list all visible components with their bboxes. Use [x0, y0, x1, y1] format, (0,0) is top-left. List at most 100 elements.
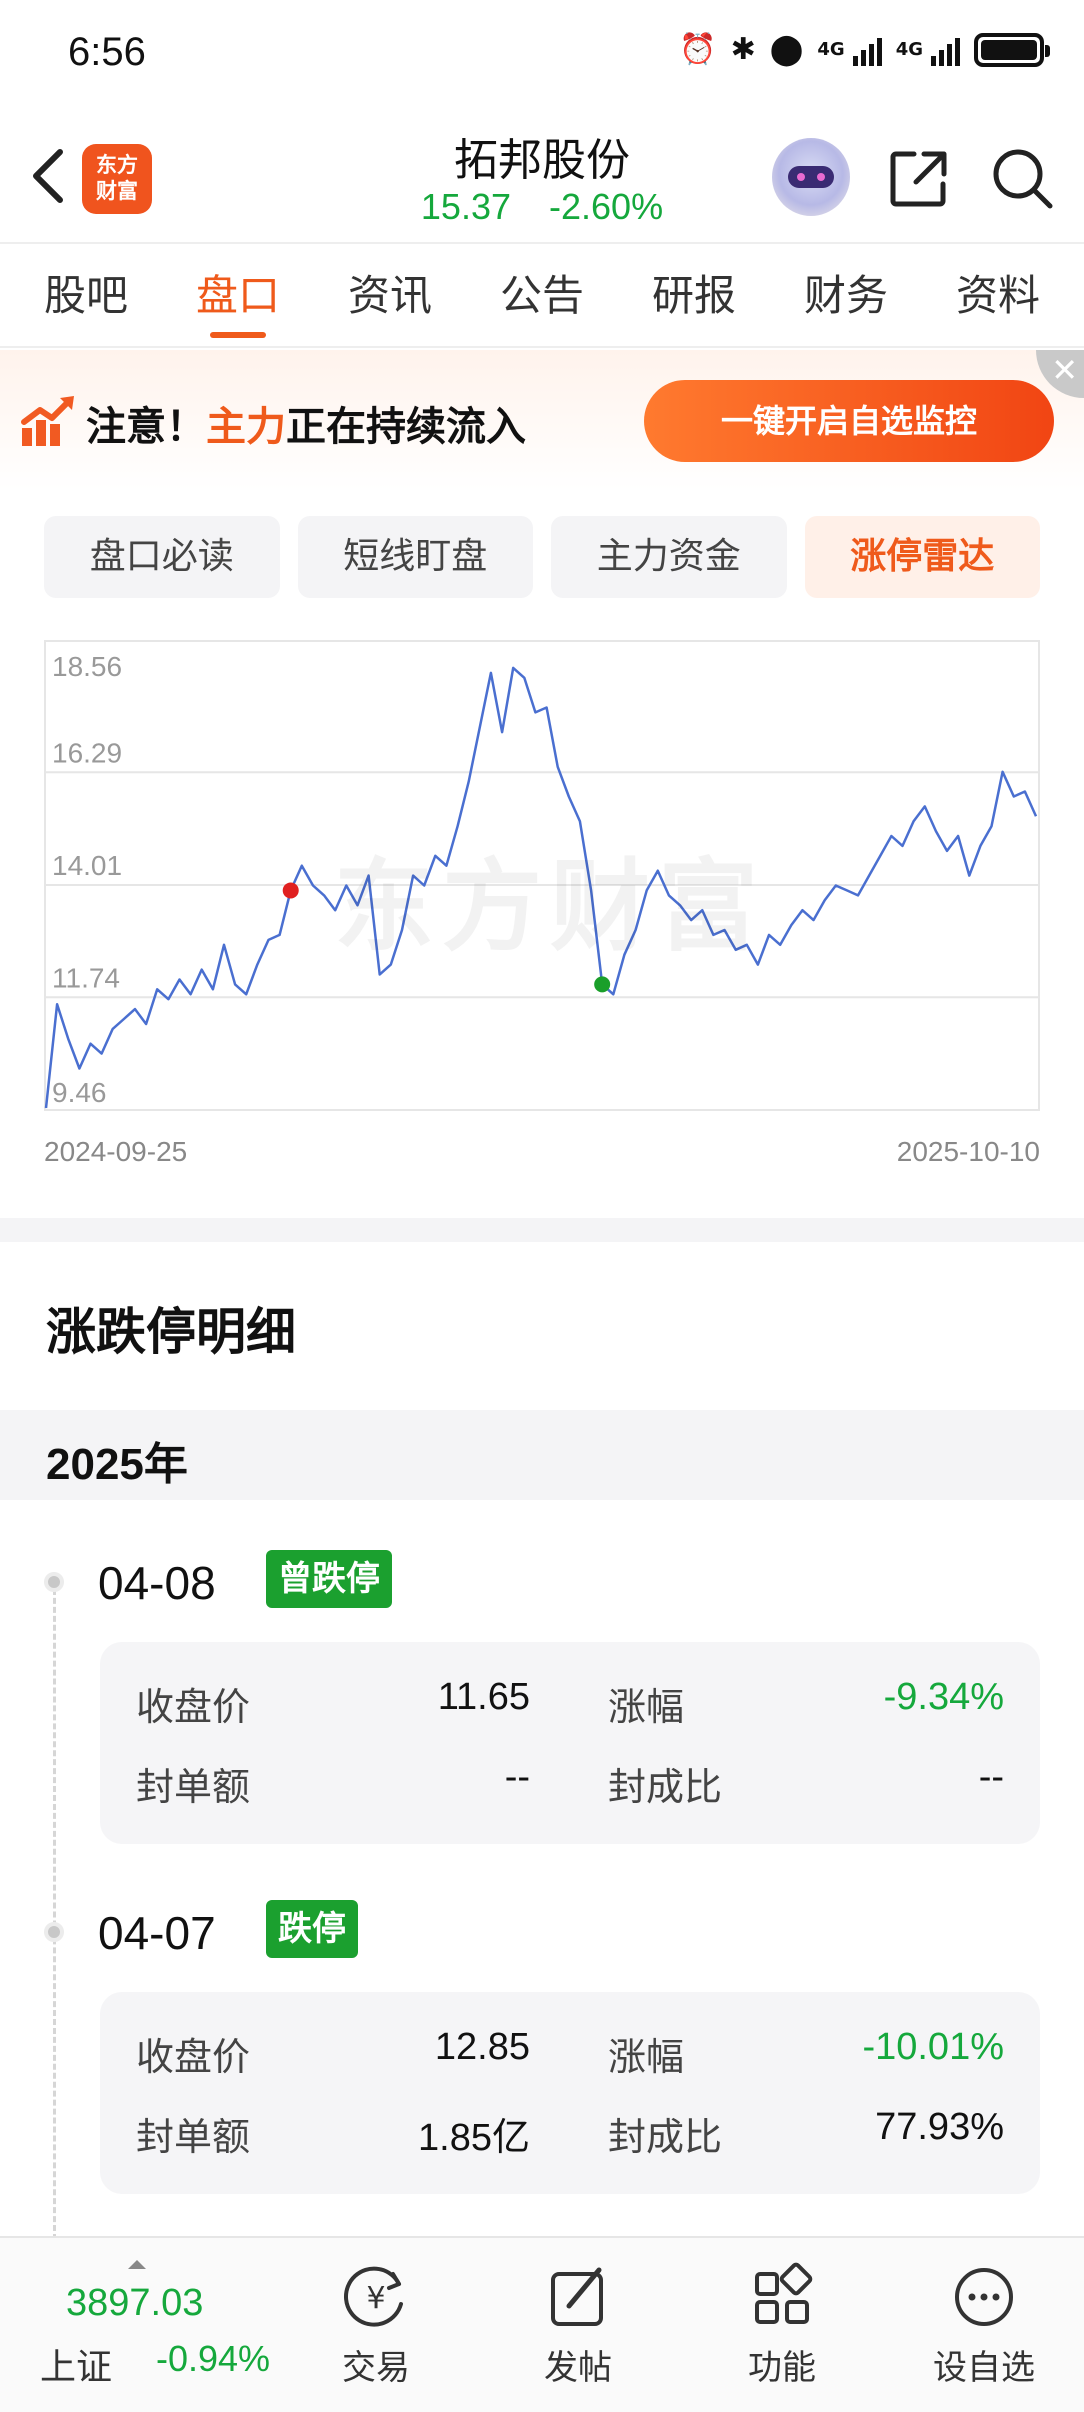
close-label: 收盘价	[136, 1685, 251, 1729]
ratio-label: 封成比	[608, 1765, 723, 1809]
tab-3[interactable]: 公告	[492, 246, 592, 346]
more-icon	[955, 2268, 1013, 2326]
tab-1[interactable]: 盘口	[188, 246, 288, 346]
share-icon[interactable]	[888, 148, 950, 210]
year-header: 2025年	[0, 1410, 1084, 1500]
index-value: 3897.03	[66, 2282, 204, 2324]
close-label: 收盘价	[136, 2035, 251, 2079]
y-tick-label: 18.56	[52, 651, 122, 682]
enable-monitor-button[interactable]: 一键开启自选监控	[644, 380, 1054, 462]
banner-suffix: 正在持续流入	[286, 404, 526, 450]
alarm-icon: ⏰	[679, 32, 717, 67]
subtab-2[interactable]: 主力资金	[551, 516, 787, 598]
network-type-2: 4G	[895, 38, 923, 60]
change-value: -9.34%	[883, 1676, 1004, 1718]
timeline-dot	[44, 1922, 64, 1942]
limit-badge: 跌停	[266, 1900, 358, 1958]
y-tick-label: 14.01	[52, 850, 122, 881]
ratio-label: 封成比	[608, 2115, 723, 2159]
entry-card[interactable]: 收盘价 11.65 涨幅 -9.34% 封单额 -- 封成比 --	[100, 1642, 1040, 1844]
entry-row: 收盘价 12.85 涨幅 -10.01%	[100, 2026, 1040, 2086]
limit-marker-down[interactable]	[594, 976, 611, 993]
ratio-value: 77.93%	[875, 2106, 1004, 2148]
seal-label: 封单额	[136, 1765, 251, 1809]
subtab-3[interactable]: 涨停雷达	[804, 516, 1040, 598]
market-index[interactable]: 3897.03 上证 -0.94%	[36, 2260, 296, 2388]
status-icons: ⏰ ✱ ⬤ 4G 4G	[679, 32, 1050, 67]
trade-icon: ¥	[344, 2266, 403, 2327]
location-icon: ⬤	[769, 32, 804, 67]
status-time: 6:56	[68, 30, 146, 74]
entry-date: 04-07	[98, 1907, 216, 1959]
stock-header: 东方 财富 拓邦股份 15.37 -2.60%	[0, 110, 1084, 244]
seal-label: 封单额	[136, 2115, 251, 2159]
close-icon[interactable]: ✕	[1036, 350, 1084, 398]
stock-price: 15.37	[420, 186, 511, 227]
banner-prefix: 注意！	[86, 404, 206, 450]
close-value: 12.85	[434, 2026, 530, 2068]
section-separator	[0, 1218, 1084, 1242]
chart-end-date: 2025-10-10	[896, 1136, 1040, 1167]
year-label: 2025年	[46, 1440, 188, 1489]
subtab-0[interactable]: 盘口必读	[44, 516, 280, 598]
tab-6[interactable]: 资料	[948, 246, 1048, 346]
stock-change-pct: -2.60%	[549, 186, 664, 227]
limit-marker-up[interactable]	[282, 882, 299, 899]
nav-apps-button[interactable]: 功能	[712, 2254, 852, 2394]
change-label: 涨幅	[608, 2035, 685, 2079]
tab-0[interactable]: 股吧	[36, 246, 136, 346]
main-tabs: 股吧 盘口 资讯 公告 研报 财务 资料	[0, 246, 1084, 348]
status-bar: 6:56 ⏰ ✱ ⬤ 4G 4G	[0, 0, 1084, 110]
section-title: 涨跌停明细	[46, 1303, 296, 1361]
trend-up-icon	[21, 396, 74, 446]
entry-card[interactable]: 收盘价 12.85 涨幅 -10.01% 封单额 1.85亿 封成比 77.93…	[100, 1992, 1040, 2194]
main-force-banner[interactable]: 注意！主力正在持续流入 一键开启自选监控 ✕	[0, 350, 1084, 490]
chart-start-date: 2024-09-25	[44, 1136, 188, 1167]
subtab-1[interactable]: 短线盯盘	[297, 516, 533, 598]
change-label: 涨幅	[608, 1685, 685, 1729]
close-value: 11.65	[437, 1676, 530, 1718]
tab-5[interactable]: 财务	[796, 246, 896, 346]
bluetooth-icon: ✱	[730, 32, 756, 67]
timeline-line	[53, 1580, 56, 2240]
post-icon	[551, 2267, 603, 2326]
sub-tabs: 盘口必读 短线盯盘 主力资金 涨停雷达	[44, 516, 1040, 598]
entry-row: 封单额 1.85亿 封成比 77.93%	[100, 2106, 1040, 2166]
tab-2[interactable]: 资讯	[340, 246, 440, 346]
index-change: -0.94%	[156, 2338, 271, 2379]
nav-trade-button[interactable]: ¥ 交易	[306, 2254, 446, 2394]
entry-row: 收盘价 11.65 涨幅 -9.34%	[100, 1676, 1040, 1736]
battery-icon	[974, 32, 1050, 67]
y-tick-label: 9.46	[52, 1077, 107, 1108]
banner-message: 注意！主力正在持续流入	[86, 394, 526, 452]
nav-label: 交易	[342, 2348, 410, 2388]
entry-row: 封单额 -- 封成比 --	[100, 1756, 1040, 1816]
change-value: -10.01%	[862, 2026, 1004, 2068]
bottom-nav: 3897.03 上证 -0.94% ¥ 交易 发帖 功能 设自选	[0, 2236, 1084, 2412]
seal-value: --	[504, 1756, 530, 1798]
seal-value: 1.85亿	[418, 2117, 530, 2159]
price-chart[interactable]: 18.56 16.29 14.01 11.74 9.46 东方财富 2024-09-25…	[44, 640, 1040, 1170]
network-type-1: 4G	[817, 38, 845, 60]
nav-add-watchlist-button[interactable]: 设自选	[914, 2254, 1054, 2394]
caret-up-icon	[128, 2260, 146, 2269]
y-tick-label: 16.29	[52, 737, 122, 768]
signal-icon	[852, 34, 882, 66]
tab-4[interactable]: 研报	[644, 246, 744, 346]
limit-badge: 曾跌停	[266, 1550, 392, 1608]
banner-highlight: 主力	[206, 404, 286, 450]
y-tick-label: 11.74	[52, 962, 120, 993]
apps-icon	[755, 2262, 813, 2324]
timeline-dot	[44, 1572, 64, 1592]
nav-label: 设自选	[933, 2348, 1035, 2388]
ratio-value: --	[978, 1756, 1004, 1798]
index-name: 上证	[40, 2347, 113, 2388]
ai-assistant-icon[interactable]	[772, 138, 850, 216]
nav-label: 发帖	[544, 2348, 612, 2388]
svg-text:¥: ¥	[366, 2281, 385, 2316]
search-icon[interactable]	[990, 146, 1054, 210]
entry-date: 04-08	[98, 1557, 216, 1609]
nav-post-button[interactable]: 发帖	[508, 2254, 648, 2394]
signal-icon-2	[931, 34, 960, 66]
nav-label: 功能	[748, 2348, 816, 2388]
